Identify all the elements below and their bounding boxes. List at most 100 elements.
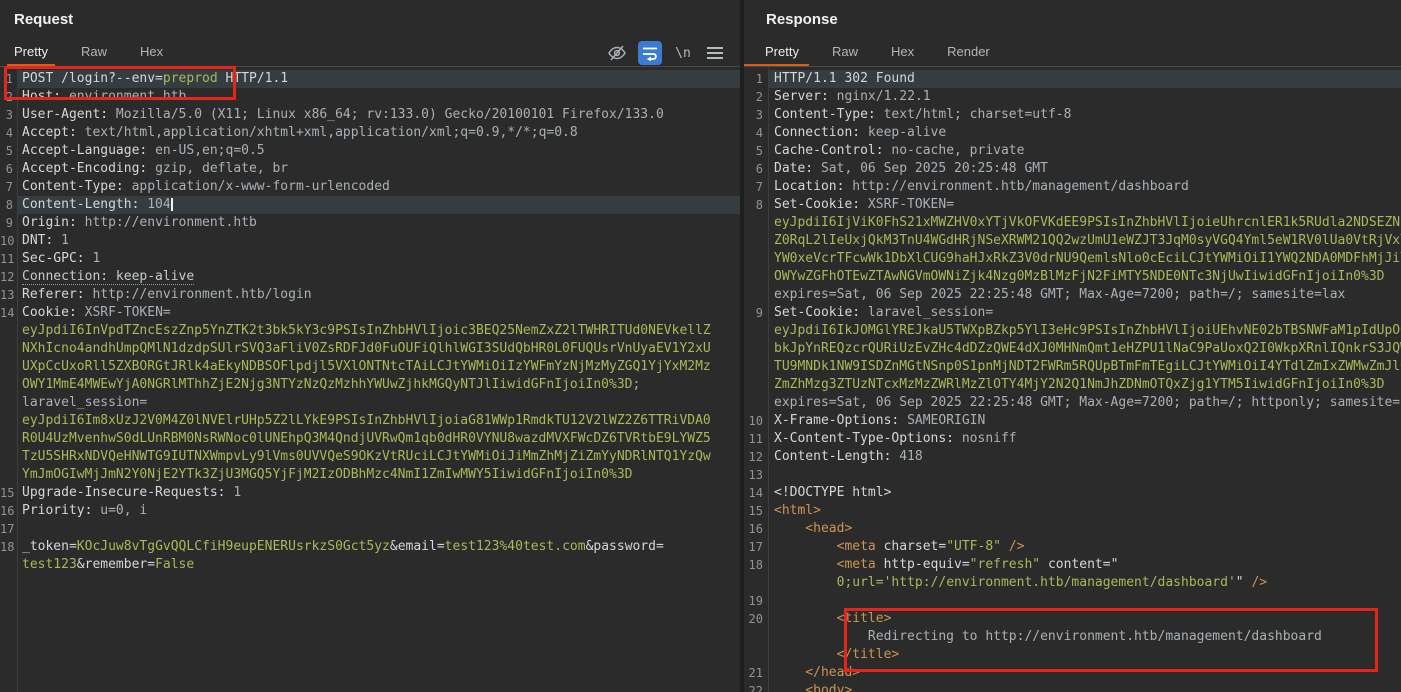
tab-render[interactable]: Render (947, 44, 990, 66)
code-line[interactable]: 10X-Frame-Options: SAMEORIGIN (744, 412, 1401, 430)
code-line[interactable]: OWYwZGFhOTEwZTAwNGVmOWNiZjk4Nzg0MzBlMzFj… (744, 268, 1401, 286)
request-editor[interactable]: 1POST /login?--env=preprod HTTP/1.12Host… (0, 66, 740, 692)
tab-pretty[interactable]: Pretty (765, 44, 799, 66)
code-line[interactable]: </title> (744, 646, 1401, 664)
code-line[interactable]: 13 (744, 466, 1401, 484)
code-line[interactable]: 5Cache-Control: no-cache, private (744, 142, 1401, 160)
code-line[interactable]: 16Priority: u=0, i (0, 502, 740, 520)
code-line[interactable]: 8Content-Length: 104 (0, 196, 740, 214)
line-number: 3 (0, 106, 17, 124)
line-number: 11 (744, 430, 768, 448)
code-line[interactable]: eyJpdiI6IkJOMGlYREJkaU5TWXpBZkp5YlI3eHc9… (744, 322, 1401, 340)
code-line[interactable]: expires=Sat, 06 Sep 2025 22:25:48 GMT; M… (744, 394, 1401, 412)
code-line[interactable]: 18_token=KOcJuw8vTgGvQQLCfiH9eupENERUsrk… (0, 538, 740, 556)
code-line[interactable]: 0;url='http://environment.htb/management… (744, 574, 1401, 592)
code-line[interactable]: UXpCcUxoRll5ZXBORGtJRlk4aEkyNDBSOFlpdjl5… (0, 358, 740, 376)
request-editor-toolbar: \n (606, 41, 726, 65)
line-number: 1 (0, 70, 17, 88)
code-line[interactable]: 21 </head> (744, 664, 1401, 682)
code-line[interactable]: 1POST /login?--env=preprod HTTP/1.1 (0, 70, 740, 88)
line-number (0, 466, 17, 484)
code-line[interactable]: 5Accept-Language: en-US,en;q=0.5 (0, 142, 740, 160)
code-line[interactable]: 10DNT: 1 (0, 232, 740, 250)
newline-icon[interactable]: \n (672, 42, 694, 64)
code-line[interactable]: 12Content-Length: 418 (744, 448, 1401, 466)
code-line[interactable]: 4Connection: keep-alive (744, 124, 1401, 142)
code-line[interactable]: 11Sec-GPC: 1 (0, 250, 740, 268)
line-number: 9 (744, 304, 768, 322)
code-line[interactable]: R0U4UzMvenhwS0dLUnRBM0NsRWNoc0lUNEhpQ3M4… (0, 430, 740, 448)
code-line[interactable]: TU9MNDk1NW9ISDZnMGtNSnp0S1pnMjNDT2FWRm5R… (744, 358, 1401, 376)
word-wrap-icon[interactable] (638, 41, 662, 65)
code-line[interactable]: 22 <body> (744, 682, 1401, 692)
code-line[interactable]: 6Accept-Encoding: gzip, deflate, br (0, 160, 740, 178)
code-line[interactable]: 16 <head> (744, 520, 1401, 538)
code-line[interactable]: 8Set-Cookie: XSRF-TOKEN= (744, 196, 1401, 214)
code-line[interactable]: NXhIcno4andhUmpQMlN1dzdpSUlrSVQ3aFliV0Zs… (0, 340, 740, 358)
request-panel: Request PrettyRawHex \n (0, 0, 740, 692)
line-number (744, 574, 768, 592)
code-line[interactable]: 17 <meta charset="UTF-8" /> (744, 538, 1401, 556)
line-number: 20 (744, 610, 768, 628)
hide-non-printable-icon[interactable] (606, 42, 628, 64)
response-editor[interactable]: 1HTTP/1.1 302 Found2Server: nginx/1.22.1… (744, 66, 1401, 692)
code-line[interactable]: 12Connection: keep-alive (0, 268, 740, 286)
code-line[interactable]: 2Host: environment.htb (0, 88, 740, 106)
line-number: 14 (0, 304, 17, 322)
code-line[interactable]: 9Origin: http://environment.htb (0, 214, 740, 232)
code-line[interactable]: 3Content-Type: text/html; charset=utf-8 (744, 106, 1401, 124)
code-line[interactable]: eyJpdiI6IjViK0FhS21xMWZHV0xYTjVkOFVKdEE9… (744, 214, 1401, 232)
tab-hex[interactable]: Hex (140, 44, 163, 66)
tab-hex[interactable]: Hex (891, 44, 914, 66)
line-number: 13 (0, 286, 17, 304)
code-line[interactable]: eyJpdiI6InVpdTZncEszZnp5YnZTK2t3bk5kY3c9… (0, 322, 740, 340)
code-line[interactable]: 7Content-Type: application/x-www-form-ur… (0, 178, 740, 196)
code-line[interactable]: YmJmOGIwMjJmN2Y0NjE2YTk3ZjU3MGQ5YjFjM2Iz… (0, 466, 740, 484)
code-line[interactable]: 19 (744, 592, 1401, 610)
menu-icon[interactable] (704, 42, 726, 64)
tab-pretty[interactable]: Pretty (14, 44, 48, 66)
line-number: 16 (744, 520, 768, 538)
code-line[interactable]: 11X-Content-Type-Options: nosniff (744, 430, 1401, 448)
code-line[interactable]: OWY1MmE4MWEwYjA0NGRlMThhZjE2Njg3NTYzNzQz… (0, 376, 740, 394)
line-number: 7 (0, 178, 17, 196)
code-line[interactable]: laravel_session= (0, 394, 740, 412)
line-number: 12 (0, 268, 17, 286)
line-number: 10 (0, 232, 17, 250)
code-line[interactable]: 9Set-Cookie: laravel_session= (744, 304, 1401, 322)
tab-raw[interactable]: Raw (832, 44, 858, 66)
code-line[interactable]: expires=Sat, 06 Sep 2025 22:25:48 GMT; M… (744, 286, 1401, 304)
request-tab-bar: Pretty Raw Hex (14, 44, 196, 66)
response-tab-bar: Pretty Raw Hex Render (765, 44, 1023, 66)
line-number (744, 646, 768, 664)
code-line[interactable]: ZmZhMzg3ZTUzNTcxMzMzZWRlMzZlOTY4MjY2N2Q1… (744, 376, 1401, 394)
code-line[interactable]: Redirecting to http://environment.htb/ma… (744, 628, 1401, 646)
line-number: 15 (744, 502, 768, 520)
code-line[interactable]: TzU5SHRxNDVQeHNWTG9IUTNXWmpvLy9lVms0UVVQ… (0, 448, 740, 466)
line-number: 2 (744, 88, 768, 106)
code-line[interactable]: 15Upgrade-Insecure-Requests: 1 (0, 484, 740, 502)
code-line[interactable]: YW0xeVcrTFcwWk1DbXlCUG9haHJxRkZ3V0drNU9Q… (744, 250, 1401, 268)
line-number: 17 (0, 520, 17, 538)
code-line[interactable]: 7Location: http://environment.htb/manage… (744, 178, 1401, 196)
code-line[interactable]: bkJpYnREQzcrQURiUzEvZHc4dDZzQWE4dXJ0MHNm… (744, 340, 1401, 358)
code-line[interactable]: 6Date: Sat, 06 Sep 2025 20:25:48 GMT (744, 160, 1401, 178)
code-line[interactable]: 3User-Agent: Mozilla/5.0 (X11; Linux x86… (0, 106, 740, 124)
code-line[interactable]: test123&remember=False (0, 556, 740, 574)
code-line[interactable]: 15<html> (744, 502, 1401, 520)
code-line[interactable]: eyJpdiI6Im8xUzJ2V0M4Z0lNVElrUHp5Z2lLYkE9… (0, 412, 740, 430)
code-line[interactable]: 1HTTP/1.1 302 Found (744, 70, 1401, 88)
code-line[interactable]: 17 (0, 520, 740, 538)
code-line[interactable]: 20 <title> (744, 610, 1401, 628)
code-line[interactable]: 2Server: nginx/1.22.1 (744, 88, 1401, 106)
line-number: 10 (744, 412, 768, 430)
code-line[interactable]: 14<!DOCTYPE html> (744, 484, 1401, 502)
line-number (744, 268, 768, 286)
code-line[interactable]: 14Cookie: XSRF-TOKEN= (0, 304, 740, 322)
code-line[interactable]: 18 <meta http-equiv="refresh" content=" (744, 556, 1401, 574)
code-line[interactable]: 13Referer: http://environment.htb/login (0, 286, 740, 304)
code-line[interactable]: Z0RqL2lIeUxjQkM3TnU4WGdHRjNSeXRWM21QQ2wz… (744, 232, 1401, 250)
line-number: 2 (0, 88, 17, 106)
code-line[interactable]: 4Accept: text/html,application/xhtml+xml… (0, 124, 740, 142)
tab-raw[interactable]: Raw (81, 44, 107, 66)
